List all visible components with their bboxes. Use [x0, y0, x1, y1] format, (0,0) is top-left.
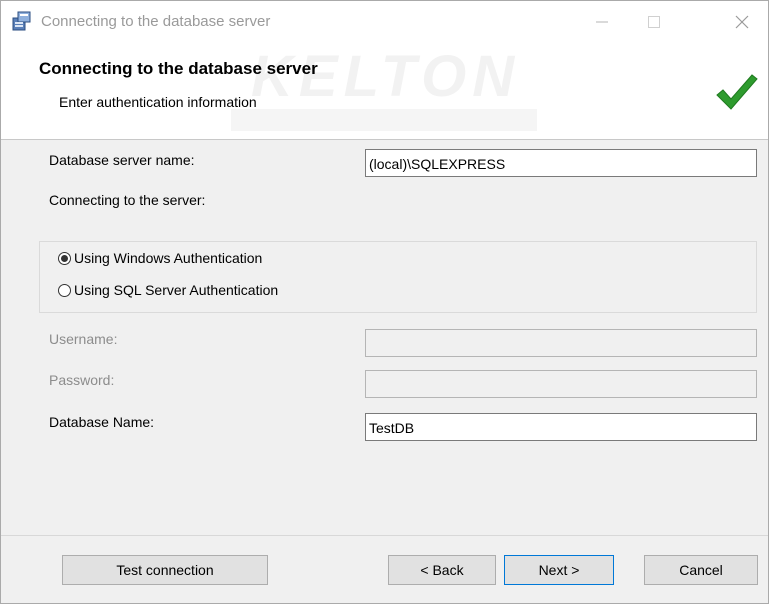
server-name-input[interactable]: (local)\SQLEXPRESS [365, 149, 757, 177]
installer-window: Connecting to the database server KELTON… [0, 0, 769, 604]
header-banner: KELTON Connecting to the database server… [1, 43, 768, 140]
maximize-icon[interactable] [628, 1, 680, 43]
server-name-label: Database server name: [49, 152, 195, 168]
installer-app-icon [11, 10, 33, 32]
radio-windows-auth[interactable]: Using Windows Authentication [58, 250, 262, 266]
radio-button-checked[interactable] [58, 251, 71, 265]
password-label: Password: [49, 372, 115, 388]
page-title: Connecting to the database server [39, 59, 318, 78]
radio-windows-auth-label: Using Windows Authentication [74, 250, 263, 266]
back-button[interactable]: < Back [388, 555, 496, 585]
window-title: Connecting to the database server [41, 13, 271, 30]
connecting-label: Connecting to the server: [49, 192, 206, 208]
checkmark-icon [714, 71, 758, 115]
database-name-input[interactable]: TestDB [365, 413, 757, 441]
footer-divider [1, 535, 768, 536]
radio-button-unchecked[interactable] [58, 283, 71, 297]
page-subtitle: Enter authentication information [59, 94, 257, 110]
minimize-icon[interactable] [576, 1, 628, 43]
next-button[interactable]: Next > [504, 555, 614, 585]
username-input[interactable] [365, 329, 757, 357]
password-input[interactable] [365, 370, 757, 398]
cancel-button[interactable]: Cancel [644, 555, 758, 585]
database-name-label: Database Name: [49, 414, 155, 430]
title-bar: Connecting to the database server [1, 1, 768, 43]
close-icon[interactable] [716, 1, 768, 43]
test-connection-button[interactable]: Test connection [62, 555, 268, 585]
radio-sql-auth-label: Using SQL Server Authentication [74, 282, 279, 298]
radio-sql-auth[interactable]: Using SQL Server Authentication [58, 282, 278, 298]
username-label: Username: [49, 331, 118, 347]
watermark-bar [231, 109, 537, 131]
